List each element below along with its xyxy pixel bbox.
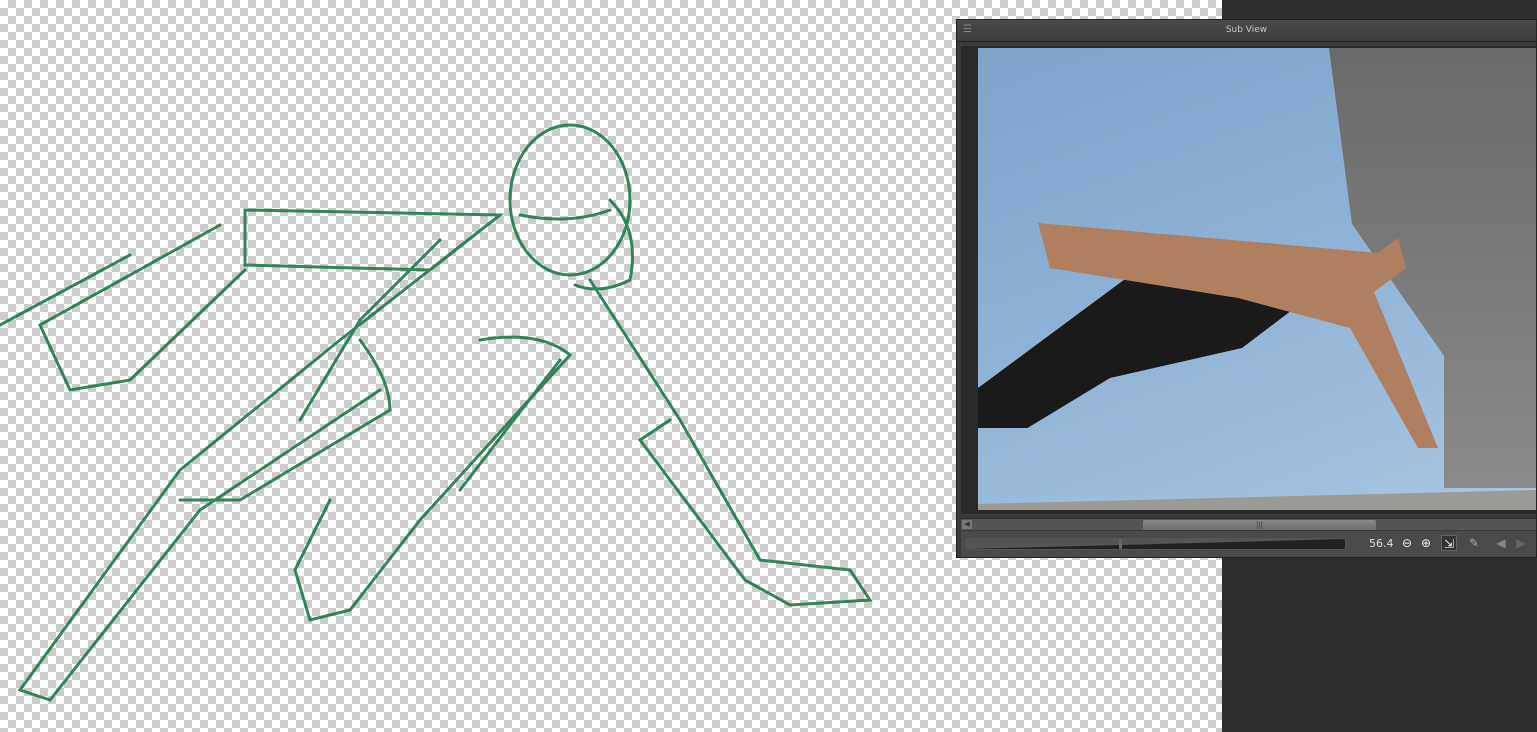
prev-icon[interactable]: ◀ xyxy=(1493,535,1509,551)
reference-viewport[interactable] xyxy=(961,46,1536,514)
sub-view-panel: ☰ Sub View ◀ ||| 56.4 ⊖ ⊕ ⇲ ✎ ◀ ▶ xyxy=(956,19,1537,558)
zoom-in-icon[interactable]: ⊕ xyxy=(1418,535,1434,551)
eyedropper-icon[interactable]: ✎ xyxy=(1466,535,1482,551)
reference-photo xyxy=(978,48,1536,510)
zoom-value: 56.4 xyxy=(1369,537,1394,550)
scrollbar-thumb[interactable]: ||| xyxy=(1143,520,1376,530)
panel-titlebar[interactable]: ☰ Sub View xyxy=(957,20,1536,42)
zoom-out-icon[interactable]: ⊖ xyxy=(1399,535,1415,551)
subview-toolbar: 56.4 ⊖ ⊕ ⇲ ✎ ◀ ▶ xyxy=(961,531,1536,557)
zoom-slider-handle[interactable] xyxy=(1119,539,1122,549)
zoom-slider[interactable] xyxy=(966,538,1346,550)
next-icon[interactable]: ▶ xyxy=(1513,535,1529,551)
horizontal-scrollbar[interactable]: ◀ ||| xyxy=(961,518,1536,530)
fit-view-icon[interactable]: ⇲ xyxy=(1441,535,1457,551)
scroll-left-icon[interactable]: ◀ xyxy=(962,520,972,529)
menu-icon[interactable]: ☰ xyxy=(963,24,972,36)
panel-title: Sub View xyxy=(1225,25,1268,35)
